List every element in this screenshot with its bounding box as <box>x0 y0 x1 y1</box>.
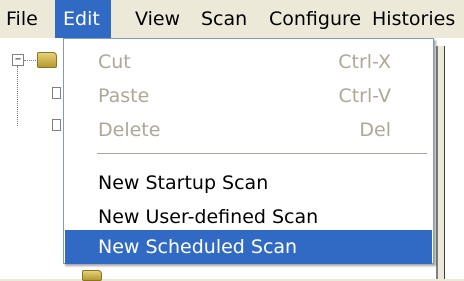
folder-icon <box>82 270 102 281</box>
edit-dropdown-menu: Cut Ctrl-X Paste Ctrl-V Delete Del New S… <box>63 38 434 264</box>
menu-scan[interactable]: Scan <box>193 0 255 38</box>
menu-item-label: Paste <box>98 85 150 107</box>
right-panel <box>436 46 464 279</box>
right-panel-inner <box>444 46 464 279</box>
menu-item-shortcut: Ctrl-V <box>338 85 391 107</box>
menu-item-label: New Scheduled Scan <box>98 236 298 258</box>
tree-line <box>24 60 38 61</box>
menu-item-cut[interactable]: Cut Ctrl-X <box>65 45 432 79</box>
menu-item-label: New User-defined Scan <box>98 206 319 228</box>
menu-item-label: New Startup Scan <box>98 172 269 194</box>
menu-item-new-startup-scan[interactable]: New Startup Scan <box>65 166 432 200</box>
tree-node-icon[interactable] <box>52 87 61 99</box>
menu-item-label: Cut <box>98 51 131 73</box>
menu-item-delete[interactable]: Delete Del <box>65 113 432 147</box>
menu-separator <box>97 153 427 154</box>
folder-icon <box>37 52 57 68</box>
menu-item-shortcut: Del <box>359 119 391 141</box>
tree-line <box>17 66 18 126</box>
minus-box-icon[interactable]: − <box>12 54 24 66</box>
menu-histories[interactable]: Histories <box>364 0 463 38</box>
menu-item-new-user-defined-scan[interactable]: New User-defined Scan <box>65 200 432 234</box>
menu-edit[interactable]: Edit <box>55 0 111 38</box>
menu-item-shortcut: Ctrl-X <box>338 51 391 73</box>
menu-item-label: Delete <box>98 119 161 141</box>
menu-view[interactable]: View <box>127 0 188 38</box>
menu-item-new-scheduled-scan[interactable]: New Scheduled Scan <box>65 230 432 264</box>
menu-configure[interactable]: Configure <box>261 0 369 38</box>
menu-item-paste[interactable]: Paste Ctrl-V <box>65 79 432 113</box>
menu-file[interactable]: File <box>0 0 46 38</box>
tree-node-icon[interactable] <box>52 119 61 131</box>
menu-bar: File Edit View Scan Configure Histories <box>0 0 464 38</box>
